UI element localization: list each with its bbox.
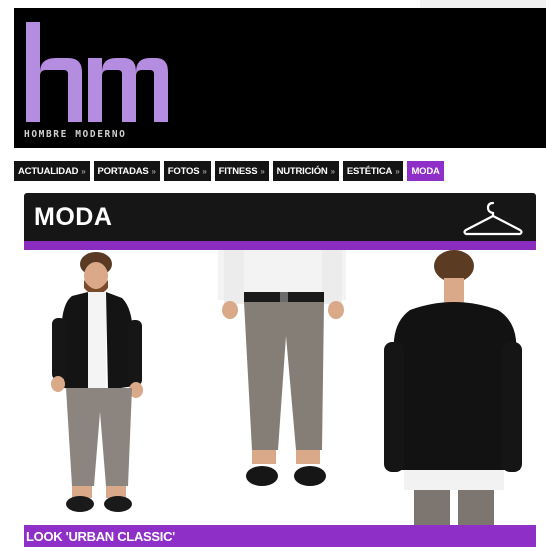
header-strip	[420, 0, 546, 8]
logo-text: HOMBRE MODERNO	[24, 129, 127, 140]
article-caption-bar[interactable]: LOOK 'URBAN CLASSIC'	[24, 525, 536, 547]
nav-item-fotos[interactable]: FOTOS »	[163, 161, 211, 181]
article-photo[interactable]	[24, 250, 536, 525]
photo-trousers	[200, 250, 364, 525]
section-header: MODA	[24, 193, 536, 241]
article-caption[interactable]: LOOK 'URBAN CLASSIC'	[26, 529, 175, 544]
nav-item-label: PORTADAS	[97, 165, 149, 177]
nav-item-actualidad[interactable]: ACTUALIDAD »	[14, 161, 90, 181]
nav-item-moda[interactable]: MODA	[407, 161, 444, 181]
site-header: HOMBRE MODERNO	[14, 8, 546, 148]
chevron-down-icon: »	[81, 166, 86, 176]
photo-back-view	[370, 250, 536, 525]
nav-item-label: ACTUALIDAD	[18, 165, 79, 177]
nav-item-label: FOTOS	[167, 165, 200, 177]
section-title: MODA	[34, 203, 113, 231]
nav-item-estetica[interactable]: ESTÉTICA »	[342, 161, 404, 181]
chevron-down-icon: »	[260, 166, 265, 176]
nav-item-label: MODA	[411, 165, 440, 177]
nav-item-nutricion[interactable]: NUTRICIÓN »	[272, 161, 339, 181]
photo-full-look	[24, 250, 194, 525]
chevron-down-icon: »	[151, 166, 156, 176]
chevron-down-icon: »	[202, 166, 207, 176]
nav-item-fitness[interactable]: FITNESS »	[214, 161, 269, 181]
nav-item-label: NUTRICIÓN	[276, 165, 328, 177]
nav-item-label: FITNESS	[218, 165, 258, 177]
nav-item-portadas[interactable]: PORTADAS »	[93, 161, 160, 181]
nav-item-label: ESTÉTICA	[346, 165, 393, 177]
main-nav: ACTUALIDAD » PORTADAS » FOTOS » FITNESS …	[14, 161, 546, 181]
section-accent-band	[24, 241, 536, 250]
hombre-moderno-logo[interactable]	[22, 20, 172, 130]
hanger-icon	[463, 201, 523, 236]
chevron-down-icon: »	[330, 166, 335, 176]
chevron-down-icon: »	[395, 166, 400, 176]
